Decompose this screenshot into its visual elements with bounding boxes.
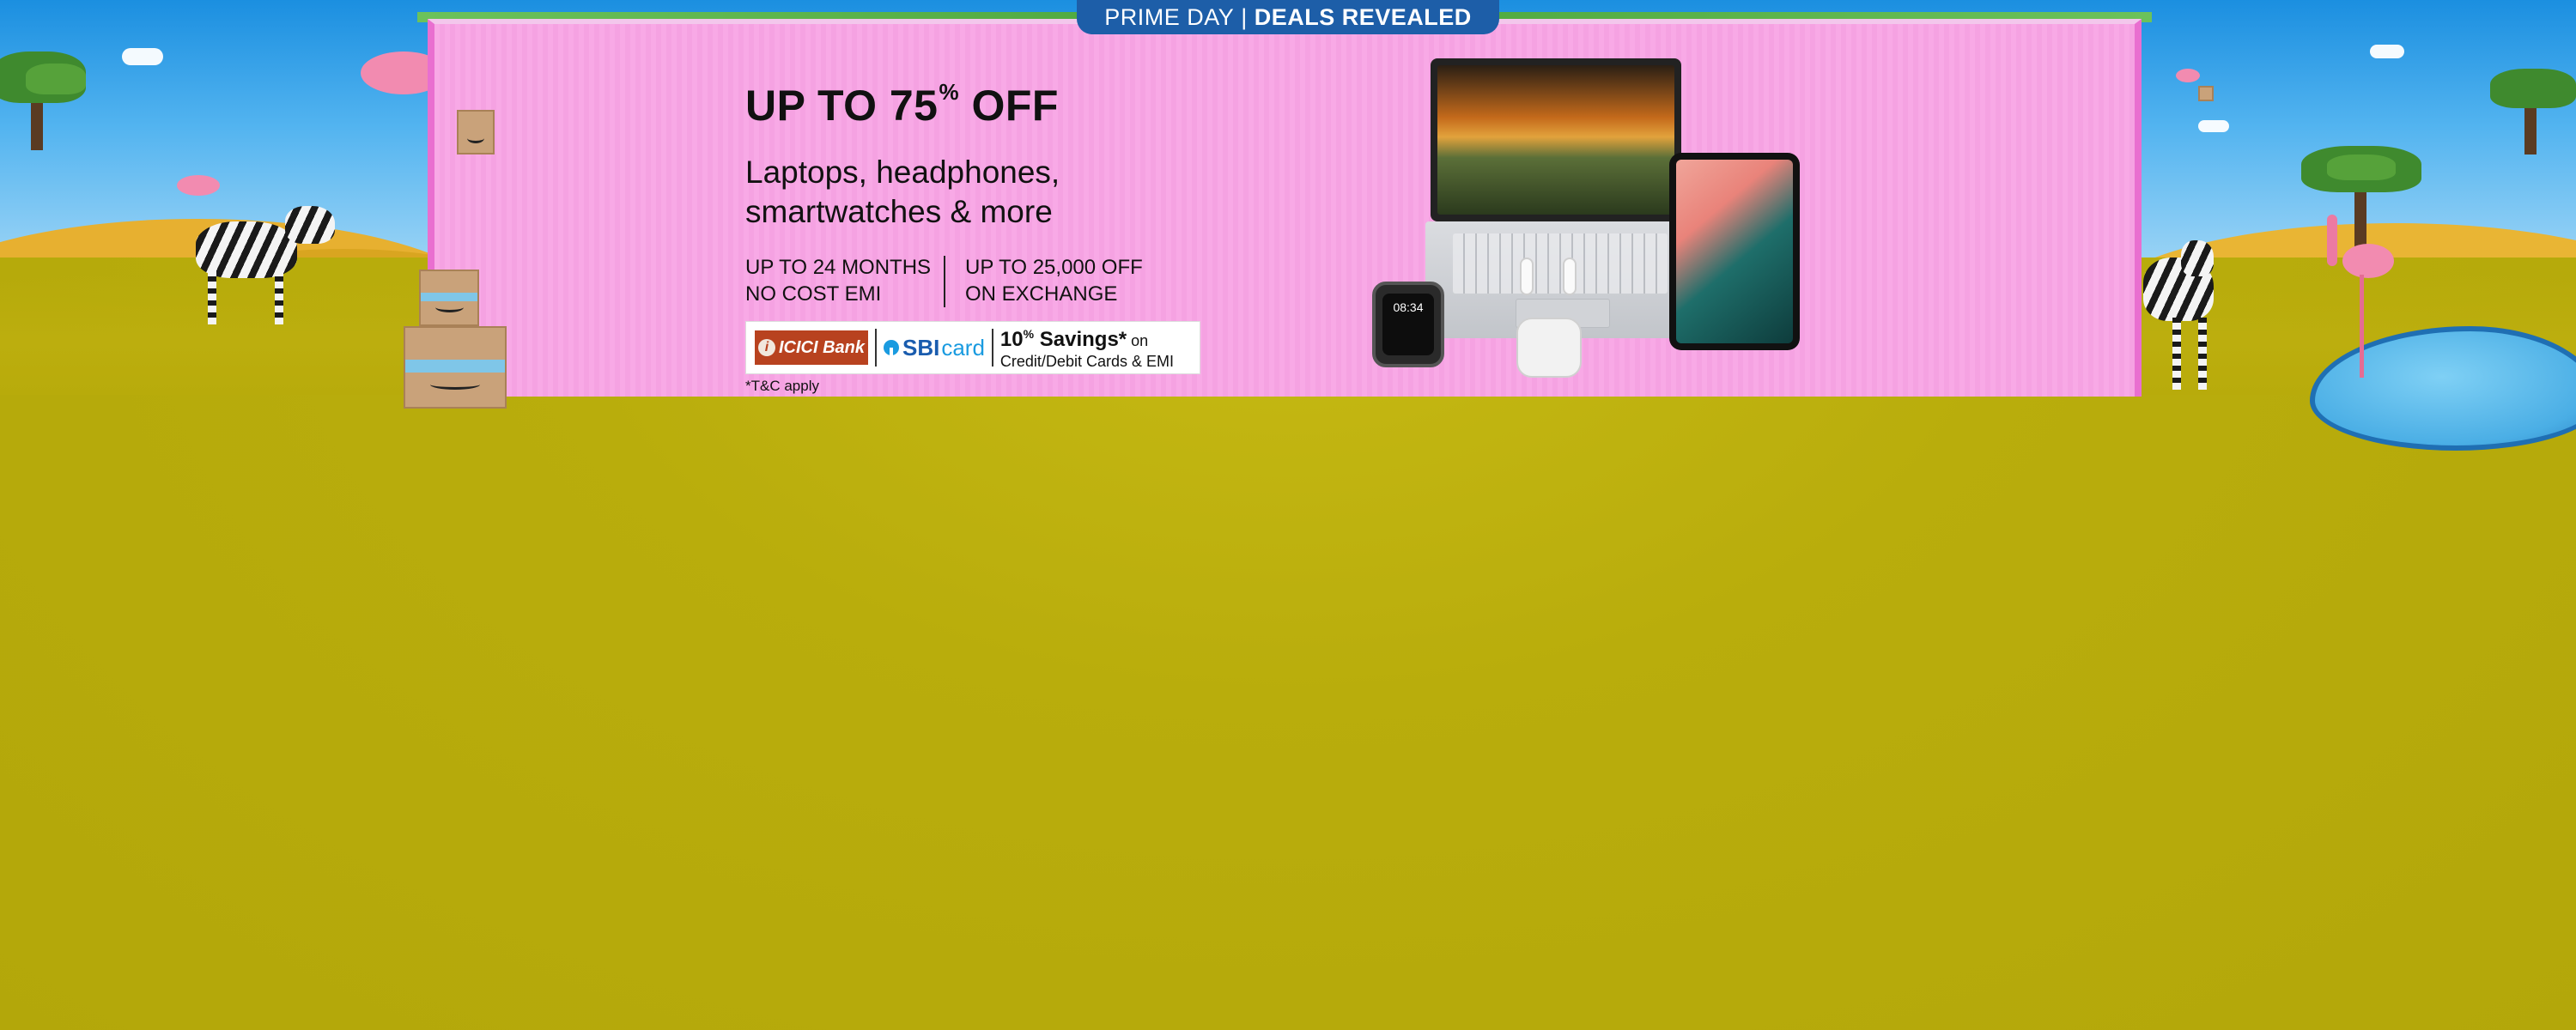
tablet-icon: [1669, 153, 1800, 350]
savings-detail: Credit/Debit Cards & EMI: [999, 353, 1174, 370]
exchange-line: UP TO 25,000 OFF: [965, 256, 1143, 279]
zebra-leg: [2198, 318, 2207, 390]
emi-line: NO COST EMI: [745, 282, 882, 306]
emi-offer: UP TO 24 MONTHS NO COST EMI: [745, 254, 931, 307]
icici-bank-logo: i ICICI Bank: [755, 330, 868, 365]
zebra-head: [2181, 240, 2214, 276]
prime-day-hero[interactable]: PRIME DAY | DEALS REVEALED UP TO 75% OFF…: [0, 0, 2576, 1030]
amazon-box-icon: [2198, 86, 2214, 101]
bank-offer-box: i ICICI Bank SBI card 10% Savings* on Cr…: [745, 321, 1200, 374]
tab-prefix: PRIME DAY: [1104, 3, 1235, 30]
amazon-box-icon: [404, 326, 507, 409]
smartwatch-face: 08:34: [1382, 294, 1434, 355]
savings-on: on: [1127, 332, 1149, 349]
product-subheadline: Laptops, headphones, smartwatches & more: [745, 153, 1192, 232]
headline-main: UP TO 75: [745, 82, 939, 130]
prime-day-tab: PRIME DAY | DEALS REVEALED: [1077, 0, 1499, 34]
sbi-keyhole-icon: [884, 340, 899, 355]
tree-icon: [0, 52, 94, 150]
laptop-icon: [1431, 58, 1681, 221]
earbuds-icon: [1516, 318, 1582, 378]
discount-headline: UP TO 75% OFF: [745, 79, 1059, 130]
amazon-box-icon: [419, 270, 479, 326]
terms-note: *T&C apply: [745, 378, 819, 394]
savings-number: 10: [999, 328, 1024, 351]
deals-banner[interactable]: [428, 19, 2142, 397]
headline-suffix: OFF: [959, 82, 1059, 130]
offer-divider: [944, 256, 945, 307]
tab-separator: |: [1241, 3, 1248, 30]
earbud: [1563, 258, 1577, 295]
logo-divider: [875, 329, 877, 367]
savings-label: Savings*: [1034, 328, 1127, 351]
flamingo-leg: [2360, 275, 2364, 378]
cloud-icon: [2198, 120, 2229, 132]
savings-text: 10% Savings* on Credit/Debit Cards & EMI: [1000, 324, 1174, 371]
flamingo-icon: [177, 175, 220, 196]
savings-value: 10% Savings*: [999, 327, 1127, 351]
flamingo-neck: [2327, 215, 2337, 266]
amazon-box-icon: [457, 110, 495, 154]
cloud-icon: [2370, 45, 2404, 58]
earbud: [1520, 258, 1534, 295]
icici-label: ICICI Bank: [778, 337, 866, 357]
savings-percent: %: [1023, 327, 1035, 341]
zebra-head: [285, 206, 335, 244]
laptop-keyboard: [1453, 233, 1668, 294]
subheadline-line: smartwatches & more: [745, 194, 1053, 229]
cloud-icon: [122, 48, 163, 65]
zebra-leg: [275, 271, 283, 324]
laptop-screen-image: [1437, 65, 1674, 215]
exchange-line: ON EXCHANGE: [965, 282, 1118, 306]
zebra-leg: [208, 271, 216, 324]
headline-percent: %: [939, 79, 960, 105]
tablet-screen: [1676, 160, 1793, 343]
sbi-card-label: card: [941, 334, 985, 360]
flamingo-icon: [2342, 244, 2394, 278]
emi-line: UP TO 24 MONTHS: [745, 256, 932, 279]
zebra-leg: [2172, 318, 2181, 390]
smartwatch-icon: 08:34: [1372, 282, 1444, 367]
subheadline-line: Laptops, headphones,: [745, 154, 1060, 190]
sbi-label: SBI: [902, 334, 940, 360]
logo-divider: [991, 329, 993, 367]
flamingo-icon: [2176, 69, 2200, 82]
exchange-offer: UP TO 25,000 OFF ON EXCHANGE: [965, 254, 1143, 307]
icici-mark-icon: i: [757, 339, 775, 356]
zebra-icon: [196, 221, 297, 278]
tab-emphasis: DEALS REVEALED: [1254, 3, 1472, 30]
tree-icon: [2490, 69, 2576, 154]
sbi-card-logo: SBI card: [884, 335, 985, 361]
